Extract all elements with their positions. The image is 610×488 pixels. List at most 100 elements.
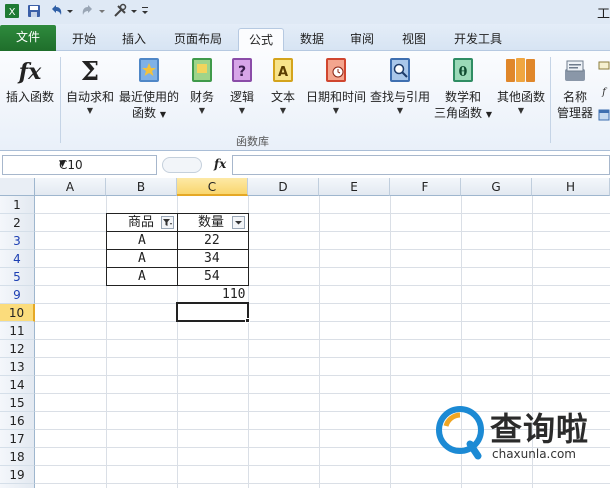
data-table-border [106,267,249,268]
tab-page-layout[interactable]: 页面布局 [162,28,234,51]
row-header-1[interactable]: 1 [0,196,35,214]
tools-icon[interactable] [112,3,128,19]
logical-button[interactable]: ? 逻辑 ▼ [224,55,260,117]
chevron-down-icon: ▼ [198,106,206,115]
row-header-17[interactable]: 17 [0,430,35,448]
name-manager-label-2: 管理器 [556,106,593,120]
name-manager-button[interactable]: 名称 管理器 [554,55,596,121]
cell-c5[interactable]: 54 [204,268,220,286]
column-header-f[interactable]: F [390,178,461,196]
fill-handle[interactable] [245,318,250,323]
active-cell-c10[interactable] [176,302,249,322]
undo-dropdown-icon[interactable] [66,3,74,19]
data-table-border [106,249,249,250]
recently-used-button[interactable]: 最近使用的 函数 ▼ [118,55,180,123]
cell-b4[interactable]: A [138,250,146,268]
redo-dropdown-icon[interactable] [98,3,106,19]
math-trig-button[interactable]: θ 数学和 三角函数 ▼ [432,55,494,123]
row-header-15[interactable]: 15 [0,394,35,412]
tab-file[interactable]: 文件 [0,25,56,51]
tools-dropdown-icon[interactable] [130,3,138,19]
text-book-icon: A [273,58,293,82]
tab-developer[interactable]: 开发工具 [446,28,510,51]
cell-b5[interactable]: A [138,268,146,286]
autosum-button[interactable]: Σ 自动求和 ▼ [64,55,116,117]
column-header-h[interactable]: H [532,178,610,196]
filter-active-button[interactable] [161,216,174,229]
row-header-11[interactable]: 11 [0,322,35,340]
tab-formulas[interactable]: 公式 [238,28,284,52]
more-functions-button[interactable]: 其他函数 ▼ [494,55,548,117]
chevron-down-icon[interactable]: ▼ [59,159,152,169]
formula-bar-resizer[interactable] [162,157,202,173]
recently-used-label-2-text: 函数 [132,106,157,120]
tab-data[interactable]: 数据 [292,28,332,51]
tab-view[interactable]: 视图 [392,28,436,51]
financial-button[interactable]: 财务 ▼ [184,55,220,117]
define-name-icon[interactable] [598,59,610,71]
cell-b3[interactable]: A [138,232,146,250]
fx-icon: fx [17,59,42,85]
recently-used-label-2: 函数 ▼ [118,105,180,123]
row-header-14[interactable]: 14 [0,376,35,394]
cell-c3[interactable]: 22 [204,232,220,250]
name-box[interactable]: C10 ▼ [2,155,157,175]
function-library-group-label: 函数库 [236,135,269,148]
svg-text:Σ: Σ [81,57,99,85]
excel-app-icon[interactable]: X [4,3,20,19]
row-header-3[interactable]: 3 [0,232,35,250]
magnifier-logo-icon [436,406,484,460]
column-header-d[interactable]: D [248,178,319,196]
tab-insert[interactable]: 插入 [114,28,154,51]
cell-c2[interactable]: 数量 [198,214,224,232]
filter-dropdown-button[interactable] [232,216,245,229]
logic-book-icon: ? [232,58,252,82]
ribbon-divider [60,57,61,143]
column-header-e[interactable]: E [319,178,390,196]
column-header-c[interactable]: C [177,178,248,196]
gridline [35,339,610,340]
lookup-reference-label: 查找与引用 [369,90,430,104]
tab-review[interactable]: 审阅 [342,28,382,51]
lookup-reference-button[interactable]: 查找与引用 ▼ [368,55,432,117]
text-button[interactable]: A 文本 ▼ [264,55,302,117]
other-books-icon [506,58,535,82]
row-header-18[interactable]: 18 [0,448,35,466]
save-icon[interactable] [26,3,42,19]
row-header-19[interactable]: 19 [0,466,35,484]
financial-label: 财务 [189,90,214,104]
row-header-12[interactable]: 12 [0,340,35,358]
select-all-corner[interactable] [0,178,35,196]
sigma-icon: Σ [81,57,99,85]
cell-b2[interactable]: 商品 [128,214,154,232]
use-in-formula-icon[interactable]: f [598,85,610,97]
insert-function-button[interactable]: fx 插入函数 [4,55,56,105]
column-header-g[interactable]: G [461,178,532,196]
recent-book-icon [139,58,159,82]
ribbon-divider [550,57,551,143]
chevron-down-icon: ▼ [485,110,492,119]
row-header-16[interactable]: 16 [0,412,35,430]
text-label: 文本 [270,90,295,104]
redo-icon[interactable] [80,3,96,19]
tab-home[interactable]: 开始 [62,28,106,51]
cell-c4[interactable]: 34 [204,250,220,268]
date-time-button[interactable]: 日期和时间 ▼ [304,55,368,117]
row-header-4[interactable]: 4 [0,250,35,268]
formula-input[interactable] [232,155,610,175]
customize-qat-icon[interactable] [140,3,150,19]
insert-function-fx-icon[interactable]: fx [214,157,226,171]
column-header-b[interactable]: B [106,178,177,196]
column-header-a[interactable]: A [35,178,106,196]
row-header-9[interactable]: 9 [0,286,35,304]
row-header-13[interactable]: 13 [0,358,35,376]
gridline [390,196,391,488]
create-from-selection-icon[interactable] [598,109,610,121]
chevron-down-icon: ▼ [159,110,166,119]
row-header-5[interactable]: 5 [0,268,35,286]
formula-bar: C10 ▼ fx [0,152,610,178]
row-header-2[interactable]: 2 [0,214,35,232]
undo-icon[interactable] [48,3,64,19]
row-header-20[interactable]: 20 [0,484,35,488]
row-header-10[interactable]: 10 [0,304,35,322]
